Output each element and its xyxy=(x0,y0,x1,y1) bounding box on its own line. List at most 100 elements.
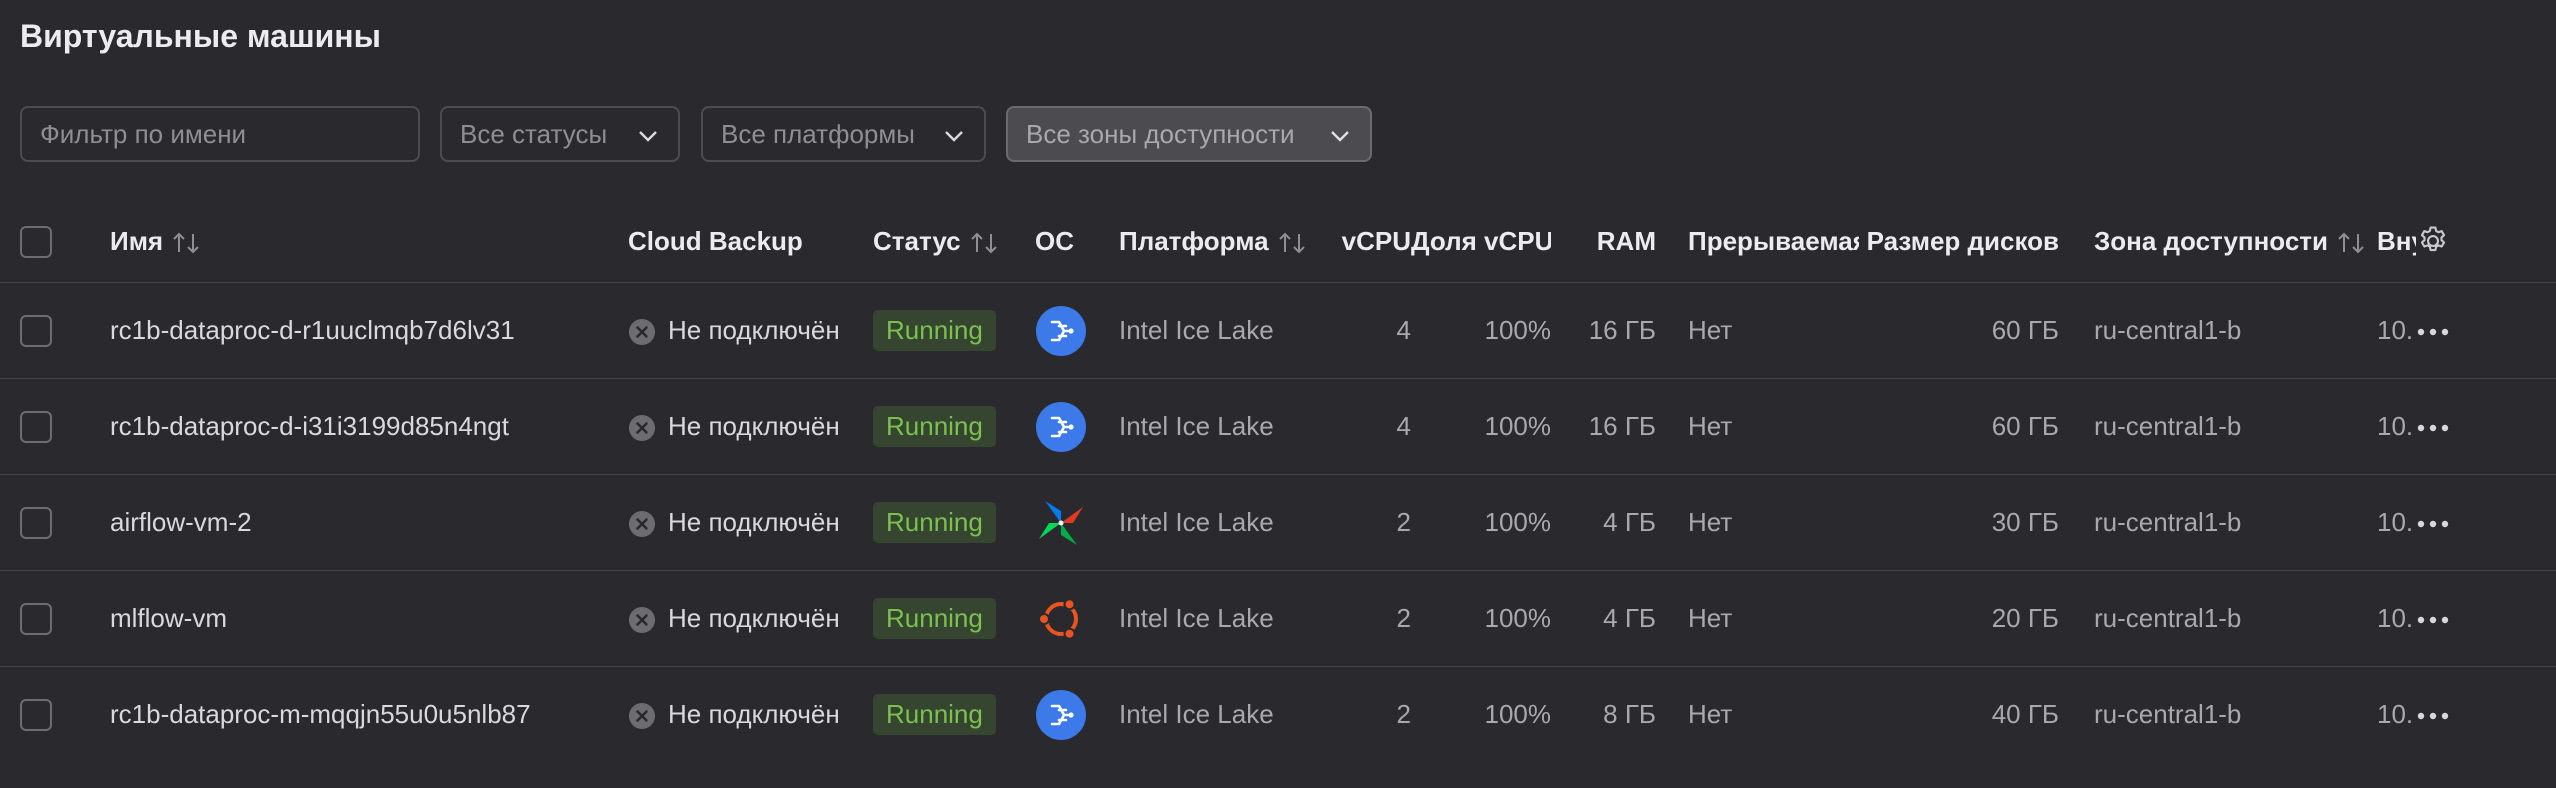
preemptible-value: Нет xyxy=(1656,570,1859,667)
disk-size-value: 20 ГБ xyxy=(1859,570,2059,667)
backup-status: Не подключён xyxy=(628,570,873,667)
more-actions-icon[interactable] xyxy=(2416,615,2450,625)
status-badge: Running xyxy=(873,502,996,543)
status-filter-value: Все статусы xyxy=(460,118,608,149)
preemptible-value: Нет xyxy=(1656,378,1859,475)
vm-name-link[interactable]: airflow-vm-2 xyxy=(110,474,628,571)
dataproc-icon xyxy=(1036,305,1086,356)
table-header-row: Имя Cloud Backup Статус ОС Платформа vCP… xyxy=(0,200,2556,283)
more-actions-icon[interactable] xyxy=(2416,423,2450,433)
ubuntu-icon xyxy=(1038,597,1078,640)
column-header-vcpu: vCPU xyxy=(1341,225,1411,256)
column-header-ram: RAM xyxy=(1596,225,1656,256)
preemptible-value: Нет xyxy=(1656,282,1859,379)
table-row[interactable]: rc1b-dataproc-d-i31i3199d85n4ngt Не подк… xyxy=(0,378,2556,475)
vcpu-share-value: 100% xyxy=(1411,570,1551,667)
backup-status: Не подключён xyxy=(628,474,873,571)
vm-name-link[interactable]: rc1b-dataproc-d-r1uuclmqb7d6lv31 xyxy=(110,282,628,379)
not-connected-icon xyxy=(629,415,655,442)
table-row[interactable]: airflow-vm-2 Не подключён Running Intel … xyxy=(0,474,2556,571)
airflow-icon xyxy=(1039,500,1083,545)
sort-icon[interactable] xyxy=(2336,230,2366,256)
backup-status: Не подключён xyxy=(628,282,873,379)
column-header-vcpu-share: Доля vCPU xyxy=(1411,225,1551,256)
vm-name-link[interactable]: rc1b-dataproc-d-i31i3199d85n4ngt xyxy=(110,378,628,475)
sort-icon[interactable] xyxy=(1277,230,1307,256)
name-filter-input[interactable]: Фильтр по имени xyxy=(20,106,420,162)
table-row[interactable]: rc1b-dataproc-d-r1uuclmqb7d6lv31 Не подк… xyxy=(0,282,2556,379)
gear-icon[interactable] xyxy=(2416,224,2450,258)
vm-name-link[interactable]: mlflow-vm xyxy=(110,570,628,667)
platform-value: Intel Ice Lake xyxy=(1119,666,1329,762)
backup-status: Не подключён xyxy=(628,666,873,762)
internal-ip-value: 10. xyxy=(2377,282,2416,379)
sort-icon[interactable] xyxy=(171,230,201,256)
row-checkbox[interactable] xyxy=(20,603,52,636)
not-connected-icon xyxy=(629,511,655,538)
disk-size-value: 60 ГБ xyxy=(1859,378,2059,475)
preemptible-value: Нет xyxy=(1656,666,1859,762)
vm-table: Имя Cloud Backup Статус ОС Платформа vCP… xyxy=(0,200,2556,762)
platform-value: Intel Ice Lake xyxy=(1119,378,1329,475)
status-badge: Running xyxy=(873,598,996,639)
vcpu-share-value: 100% xyxy=(1411,474,1551,571)
sort-icon[interactable] xyxy=(969,230,999,256)
ram-value: 16 ГБ xyxy=(1551,282,1656,379)
row-checkbox[interactable] xyxy=(20,411,52,444)
column-header-disk-size: Размер дисков xyxy=(1866,225,2059,256)
ram-value: 16 ГБ xyxy=(1551,378,1656,475)
internal-ip-value: 10. xyxy=(2377,666,2416,762)
vcpu-share-value: 100% xyxy=(1411,666,1551,762)
table-row[interactable]: mlflow-vm Не подключён Running Intel Ice… xyxy=(0,570,2556,667)
more-actions-icon[interactable] xyxy=(2416,327,2450,337)
backup-status-text: Не подключён xyxy=(668,410,840,441)
row-checkbox[interactable] xyxy=(20,507,52,540)
status-badge: Running xyxy=(873,694,996,735)
internal-ip-value: 10. xyxy=(2377,378,2416,475)
platform-filter-value: Все платформы xyxy=(721,118,915,149)
platform-filter-select[interactable]: Все платформы xyxy=(701,106,986,162)
vcpu-share-value: 100% xyxy=(1411,282,1551,379)
not-connected-icon xyxy=(629,319,655,346)
zone-value: ru-central1-b xyxy=(2094,282,2377,379)
vcpu-value: 2 xyxy=(1329,570,1411,667)
vm-name-link[interactable]: rc1b-dataproc-m-mqqjn55u0u5nlb87 xyxy=(110,666,628,762)
disk-size-value: 30 ГБ xyxy=(1859,474,2059,571)
backup-status-text: Не подключён xyxy=(668,602,840,633)
more-actions-icon[interactable] xyxy=(2416,519,2450,529)
column-header-zone[interactable]: Зона доступности xyxy=(2094,200,2377,283)
column-header-backup: Cloud Backup xyxy=(628,225,803,256)
more-actions-icon[interactable] xyxy=(2416,711,2450,721)
column-header-preemptible: Прерываемая xyxy=(1688,225,1859,256)
backup-status-text: Не подключён xyxy=(668,698,840,729)
ram-value: 8 ГБ xyxy=(1551,666,1656,762)
zone-value: ru-central1-b xyxy=(2094,666,2377,762)
column-header-name[interactable]: Имя xyxy=(110,200,628,283)
chevron-down-icon xyxy=(639,131,657,142)
zone-value: ru-central1-b xyxy=(2094,570,2377,667)
chevron-down-icon xyxy=(945,131,963,142)
status-badge: Running xyxy=(873,310,996,351)
row-checkbox[interactable] xyxy=(20,315,52,348)
vcpu-value: 2 xyxy=(1329,474,1411,571)
vcpu-value: 4 xyxy=(1329,378,1411,475)
column-header-internal-ip: Вну xyxy=(2377,225,2416,256)
platform-value: Intel Ice Lake xyxy=(1119,474,1329,571)
table-row[interactable]: rc1b-dataproc-m-mqqjn55u0u5nlb87 Не подк… xyxy=(0,666,2556,762)
column-header-platform[interactable]: Платформа xyxy=(1119,200,1329,283)
ram-value: 4 ГБ xyxy=(1551,474,1656,571)
vcpu-value: 4 xyxy=(1329,282,1411,379)
select-all-checkbox[interactable] xyxy=(20,225,52,258)
column-header-status[interactable]: Статус xyxy=(873,200,1035,283)
internal-ip-value: 10. xyxy=(2377,570,2416,667)
chevron-down-icon xyxy=(1331,131,1349,142)
row-checkbox[interactable] xyxy=(20,699,52,732)
preemptible-value: Нет xyxy=(1656,474,1859,571)
status-badge: Running xyxy=(873,406,996,447)
page-title: Виртуальные машины xyxy=(20,18,381,54)
zone-value: ru-central1-b xyxy=(2094,474,2377,571)
column-header-os: ОС xyxy=(1035,225,1074,256)
vcpu-share-value: 100% xyxy=(1411,378,1551,475)
status-filter-select[interactable]: Все статусы xyxy=(440,106,680,162)
zone-filter-select[interactable]: Все зоны доступности xyxy=(1006,106,1372,162)
